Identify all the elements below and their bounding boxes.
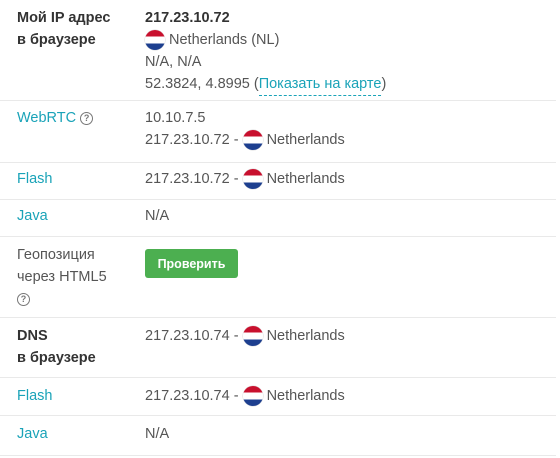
webrtc-value: 10.10.7.5 217.23.10.72 - Netherlands [145, 107, 345, 151]
row-flash: Flash 217.23.10.72 - Netherlands [0, 162, 556, 200]
row-java: Java N/A [0, 199, 556, 237]
netherlands-flag-icon [242, 386, 263, 406]
show-on-map-link[interactable]: Показать на карте [258, 73, 382, 96]
check-geolocation-button[interactable]: Проверить [145, 249, 238, 278]
java-value: N/A [145, 205, 169, 227]
geolocation-label: Геопозиция через HTML5 ? [17, 244, 107, 310]
dns-flash-value: 217.23.10.74 - Netherlands [145, 385, 345, 407]
webrtc-public-ip: 217.23.10.72 - [145, 132, 239, 148]
dns-java-value: N/A [145, 423, 169, 445]
flash-ip: 217.23.10.72 - [145, 171, 239, 187]
browser-ip-label-line2: в браузере [17, 32, 96, 48]
browser-ip-value: 217.23.10.72 Netherlands (NL) N/A, N/A 5… [145, 7, 386, 96]
dns-label-line1: DNS [17, 328, 48, 344]
dns-flash-label[interactable]: Flash [17, 385, 52, 407]
row-webrtc: WebRTC? 10.10.7.5 217.23.10.72 - Netherl… [0, 100, 556, 163]
dns-java-label[interactable]: Java [17, 423, 48, 445]
dns-flash-country: Netherlands [266, 388, 345, 404]
dns-flash-ip: 217.23.10.74 - [145, 388, 239, 404]
row-geolocation: Геопозиция через HTML5 ? Проверить [0, 236, 556, 318]
dns-java-value-text: N/A [145, 426, 170, 442]
geolocation-label-line1: Геопозиция [17, 247, 95, 263]
webrtc-label-text[interactable]: WebRTC [17, 110, 76, 126]
netherlands-flag-icon [242, 130, 263, 150]
flash-value: 217.23.10.72 - Netherlands [145, 168, 345, 190]
netherlands-flag-icon [242, 326, 263, 346]
dns-label: DNS в браузере [17, 325, 96, 369]
java-label[interactable]: Java [17, 205, 48, 227]
row-browser-ip: Мой IP адрес в браузере 217.23.10.72 Net… [0, 0, 556, 101]
row-dns-java: Java N/A [0, 415, 556, 456]
java-value-text: N/A [145, 208, 170, 224]
webrtc-label[interactable]: WebRTC? [17, 107, 94, 129]
browser-ip-region: N/A, N/A [145, 54, 202, 70]
webrtc-country: Netherlands [266, 132, 345, 148]
browser-ip-country: Netherlands (NL) [169, 32, 280, 48]
flash-label[interactable]: Flash [17, 168, 52, 190]
dns-ip: 217.23.10.74 - [145, 328, 239, 344]
browser-ip-address: 217.23.10.72 [145, 10, 230, 26]
question-circle-icon[interactable]: ? [80, 112, 94, 125]
webrtc-local-ip: 10.10.7.5 [145, 110, 206, 126]
dns-label-line2: в браузере [17, 350, 96, 366]
netherlands-flag-icon [145, 30, 165, 50]
netherlands-flag-icon [242, 169, 263, 189]
flash-country: Netherlands [266, 171, 345, 187]
row-dns-flash: Flash 217.23.10.74 - Netherlands [0, 377, 556, 416]
row-dns: DNS в браузере 217.23.10.74 - Netherland… [0, 317, 556, 378]
dns-value: 217.23.10.74 - Netherlands [145, 325, 345, 347]
question-circle-icon[interactable]: ? [17, 293, 30, 306]
dns-country: Netherlands [266, 328, 345, 344]
browser-ip-label: Мой IP адрес в браузере [17, 7, 110, 51]
browser-ip-label-line1: Мой IP адрес [17, 10, 111, 26]
browser-ip-coords: 52.3824, 4.8995 [145, 76, 250, 92]
geolocation-label-line2: через HTML5 [17, 269, 107, 285]
